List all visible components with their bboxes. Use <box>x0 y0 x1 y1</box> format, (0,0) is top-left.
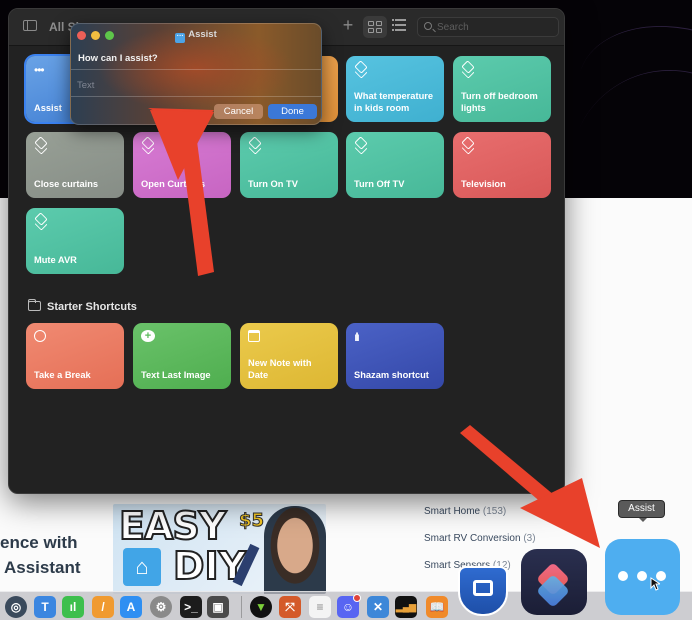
dock-screenshot-icon[interactable]: ▣ <box>207 596 229 618</box>
dock-terminal-icon[interactable]: >_ <box>180 596 202 618</box>
arrow-up-to-dialog <box>148 108 214 276</box>
dock-app-store-icon[interactable]: A <box>120 596 142 618</box>
dock-books-icon[interactable]: 📖 <box>426 596 448 618</box>
dock-vpn-icon[interactable]: ▼ <box>250 596 272 618</box>
dock-separator <box>241 596 242 618</box>
dock-xcode-tools-icon[interactable]: ✕ <box>367 596 389 618</box>
dock-tooltip: Assist <box>618 500 665 522</box>
dock-system-preferences-icon[interactable]: ⚙ <box>150 596 172 618</box>
dock-keynote-icon[interactable]: T <box>34 596 56 618</box>
ellipsis-dot <box>637 571 647 581</box>
dock-textedit-icon[interactable]: ≡ <box>309 596 331 618</box>
fortinet-grid-glyph <box>473 580 493 596</box>
dock-quicktime-icon[interactable]: ◎ <box>5 596 27 618</box>
dock-numbers-icon[interactable]: ıl <box>62 596 84 618</box>
annotation-arrows <box>148 108 600 548</box>
dock-shortcuts-icon[interactable] <box>521 549 587 615</box>
dock-audio-meter-icon[interactable]: ▂▄▆ <box>395 596 417 618</box>
dock-fortinet-icon[interactable] <box>458 566 508 616</box>
arrow-down-to-dock <box>460 425 600 548</box>
dock-pages-icon[interactable]: / <box>92 596 114 618</box>
mouse-cursor-icon <box>650 577 660 591</box>
dock-assist-icon[interactable] <box>605 539 680 615</box>
dock-remote-desktop-icon[interactable]: ⤧ <box>279 596 301 618</box>
notification-badge <box>353 594 361 602</box>
ellipsis-dot <box>618 571 628 581</box>
